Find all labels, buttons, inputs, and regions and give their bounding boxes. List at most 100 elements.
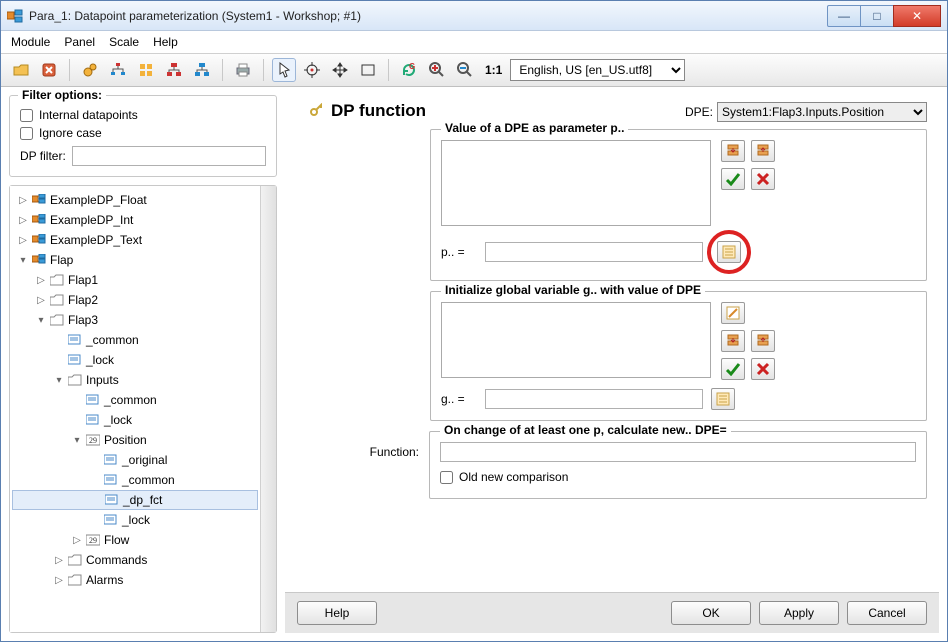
maximize-button[interactable]: □ <box>860 5 894 27</box>
refresh-icon[interactable]: G <box>397 58 421 82</box>
print-icon[interactable] <box>231 58 255 82</box>
language-select[interactable]: English, US [en_US.utf8] <box>510 59 685 81</box>
help-button[interactable]: Help <box>297 601 377 625</box>
tree-item--common[interactable]: _common <box>12 390 258 410</box>
zoom-out-icon[interactable] <box>453 58 477 82</box>
p-value-input[interactable] <box>485 242 703 262</box>
g-accept-button[interactable] <box>721 358 745 380</box>
apply-button[interactable]: Apply <box>759 601 839 625</box>
g-move-down-button[interactable] <box>721 330 745 352</box>
tree-item--lock[interactable]: _lock <box>12 510 258 530</box>
tree-item--common[interactable]: _common <box>12 330 258 350</box>
function-input[interactable] <box>440 442 916 462</box>
cancel-button[interactable]: Cancel <box>847 601 927 625</box>
ignore-case-checkbox[interactable]: Ignore case <box>20 126 266 140</box>
tree-blue-icon[interactable] <box>190 58 214 82</box>
g-edit-button[interactable] <box>721 302 745 324</box>
tree-item-label: _lock <box>122 513 150 527</box>
button-bar: Help OK Apply Cancel <box>285 592 939 633</box>
expander-icon[interactable]: ▷ <box>34 275 48 286</box>
g-equals-label: g.. = <box>441 392 477 406</box>
expander-icon[interactable]: ▷ <box>16 195 30 206</box>
tree-scrollbar[interactable] <box>260 186 276 632</box>
tree-item-exampledp-text[interactable]: ▷ExampleDP_Text <box>12 230 258 250</box>
tree-item-flap3[interactable]: ▾Flap3 <box>12 310 258 330</box>
dp-icon <box>31 252 47 268</box>
p-move-down-button[interactable] <box>721 140 745 162</box>
tree-item-flap[interactable]: ▾Flap <box>12 250 258 270</box>
p-browse-button[interactable] <box>717 241 741 263</box>
tree-item-exampledp-float[interactable]: ▷ExampleDP_Float <box>12 190 258 210</box>
expander-icon[interactable]: ▾ <box>52 375 66 386</box>
datapoint-tree: ▷ExampleDP_Float▷ExampleDP_Int▷ExampleDP… <box>9 185 277 633</box>
expander-icon[interactable]: ▷ <box>16 235 30 246</box>
menu-module[interactable]: Module <box>11 35 50 49</box>
expander-icon[interactable]: ▾ <box>16 255 30 266</box>
menu-scale[interactable]: Scale <box>109 35 139 49</box>
tree-item-commands[interactable]: ▷Commands <box>12 550 258 570</box>
p-accept-button[interactable] <box>721 168 745 190</box>
scale-label[interactable]: 1:1 <box>481 63 506 77</box>
leaf-icon <box>67 352 83 368</box>
folder-icon <box>49 272 65 288</box>
tree-item-label: _lock <box>86 353 114 367</box>
internal-datapoints-checkbox[interactable]: Internal datapoints <box>20 108 266 122</box>
open-icon[interactable] <box>9 58 33 82</box>
g-move-up-button[interactable] <box>751 330 775 352</box>
expander-icon[interactable]: ▷ <box>52 575 66 586</box>
svg-text:G: G <box>409 62 415 71</box>
tree-item-inputs[interactable]: ▾Inputs <box>12 370 258 390</box>
expander-icon[interactable]: ▷ <box>34 295 48 306</box>
close-button[interactable]: ✕ <box>893 5 941 27</box>
p-delete-button[interactable] <box>751 168 775 190</box>
tree-item-position[interactable]: ▾Position <box>12 430 258 450</box>
rect-icon[interactable] <box>356 58 380 82</box>
tree-item-exampledp-int[interactable]: ▷ExampleDP_Int <box>12 210 258 230</box>
folder-icon <box>67 572 83 588</box>
dpe-select[interactable]: System1:Flap3.Inputs.Position <box>717 102 927 122</box>
grid-icon[interactable] <box>134 58 158 82</box>
tree-item-label: Flow <box>104 533 129 547</box>
expander-icon[interactable]: ▷ <box>70 535 84 546</box>
g-delete-button[interactable] <box>751 358 775 380</box>
target-icon[interactable] <box>300 58 324 82</box>
g-listbox[interactable] <box>441 302 711 378</box>
folder-icon <box>67 372 83 388</box>
tree-item-label: _common <box>104 393 157 407</box>
expander-icon[interactable]: ▾ <box>34 315 48 326</box>
menu-panel[interactable]: Panel <box>64 35 95 49</box>
tree-item--common[interactable]: _common <box>12 470 258 490</box>
p-listbox[interactable] <box>441 140 711 226</box>
gears-icon[interactable] <box>78 58 102 82</box>
expander-icon[interactable]: ▷ <box>16 215 30 226</box>
menu-help[interactable]: Help <box>153 35 178 49</box>
zoom-in-icon[interactable] <box>425 58 449 82</box>
expander-icon[interactable]: ▷ <box>52 555 66 566</box>
leaf-icon <box>103 452 119 468</box>
tree-item--lock[interactable]: _lock <box>12 410 258 430</box>
p-move-up-button[interactable] <box>751 140 775 162</box>
g-value-input[interactable] <box>485 389 703 409</box>
tree-item-label: _common <box>86 333 139 347</box>
g-browse-button[interactable] <box>711 388 735 410</box>
tree-item-flap2[interactable]: ▷Flap2 <box>12 290 258 310</box>
tree-item--original[interactable]: _original <box>12 450 258 470</box>
window-buttons: — □ ✕ <box>828 5 941 27</box>
pointer-icon[interactable] <box>272 58 296 82</box>
old-new-comparison-checkbox[interactable]: Old new comparison <box>440 470 916 484</box>
tree-item-flap1[interactable]: ▷Flap1 <box>12 270 258 290</box>
tree-item--lock[interactable]: _lock <box>12 350 258 370</box>
folder-icon <box>67 552 83 568</box>
move-icon[interactable] <box>328 58 352 82</box>
tree-red-icon[interactable] <box>162 58 186 82</box>
tree-item-flow[interactable]: ▷ Flow <box>12 530 258 550</box>
dp-filter-input[interactable] <box>72 146 266 166</box>
toolbar: G 1:1 English, US [en_US.utf8] <box>1 53 947 87</box>
hierarchy-icon[interactable] <box>106 58 130 82</box>
tree-item--dp-fct[interactable]: _dp_fct <box>12 490 258 510</box>
minimize-button[interactable]: — <box>827 5 861 27</box>
expander-icon[interactable]: ▾ <box>70 435 84 446</box>
stop-icon[interactable] <box>37 58 61 82</box>
ok-button[interactable]: OK <box>671 601 751 625</box>
tree-item-alarms[interactable]: ▷Alarms <box>12 570 258 590</box>
